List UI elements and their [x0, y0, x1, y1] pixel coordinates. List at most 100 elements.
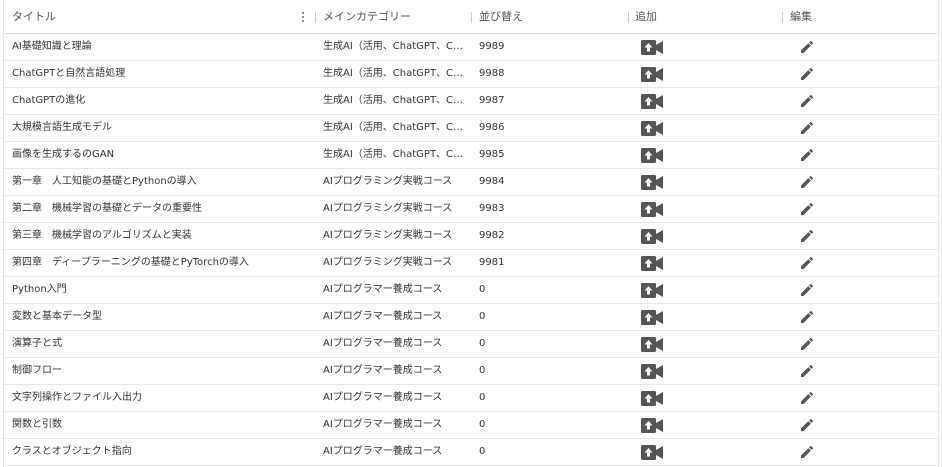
- table-row[interactable]: Python入門 AIプログラマー養成コース 0: [4, 277, 938, 304]
- row-sort-order: 9981: [479, 257, 505, 268]
- pencil-icon[interactable]: [799, 93, 815, 109]
- table-row[interactable]: ChatGPTと自然言語処理 生成AI（活用、ChatGPT、C… 9988: [4, 61, 938, 88]
- video-camera-upload-icon[interactable]: [641, 283, 663, 298]
- column-resize-handle[interactable]: [315, 12, 316, 23]
- data-grid: タイトル メインカテゴリー 並び替え 追加 編集 AI基礎知識と理論 生成AI（…: [3, 0, 939, 467]
- row-title: ChatGPTの進化: [12, 95, 86, 106]
- pencil-icon[interactable]: [799, 363, 815, 379]
- table-row[interactable]: 第四章 ディープラーニングの基礎とPyTorchの導入 AIプログラミング実戦コ…: [4, 250, 938, 277]
- pencil-icon[interactable]: [799, 174, 815, 190]
- row-category: AIプログラマー養成コース: [323, 392, 443, 403]
- column-resize-handle[interactable]: [628, 12, 629, 23]
- row-title: 第三章 機械学習のアルゴリズムと実装: [12, 230, 192, 241]
- video-camera-upload-icon[interactable]: [641, 40, 663, 55]
- video-camera-upload-icon[interactable]: [641, 256, 663, 271]
- video-camera-upload-icon[interactable]: [641, 391, 663, 406]
- row-category: AIプログラミング実戦コース: [323, 230, 453, 241]
- row-title: AI基礎知識と理論: [12, 41, 92, 52]
- pencil-icon[interactable]: [799, 120, 815, 136]
- grid-body: AI基礎知識と理論 生成AI（活用、ChatGPT、C… 9989 ChatGP…: [4, 34, 938, 466]
- video-camera-upload-icon[interactable]: [641, 337, 663, 352]
- row-title: 関数と引数: [12, 419, 62, 430]
- row-category: AIプログラマー養成コース: [323, 365, 443, 376]
- video-camera-upload-icon[interactable]: [641, 310, 663, 325]
- column-header-title[interactable]: タイトル: [12, 0, 56, 34]
- video-camera-upload-icon[interactable]: [641, 418, 663, 433]
- row-sort-order: 0: [479, 365, 486, 376]
- row-title: 第一章 人工知能の基礎とPythonの導入: [12, 176, 197, 187]
- pencil-icon[interactable]: [799, 255, 815, 271]
- column-header-sort[interactable]: 並び替え: [479, 0, 523, 34]
- table-row[interactable]: 画像を生成するのGAN 生成AI（活用、ChatGPT、C… 9985: [4, 142, 938, 169]
- table-row[interactable]: AI基礎知識と理論 生成AI（活用、ChatGPT、C… 9989: [4, 34, 938, 61]
- video-camera-upload-icon[interactable]: [641, 67, 663, 82]
- pencil-icon[interactable]: [799, 282, 815, 298]
- video-camera-upload-icon[interactable]: [641, 175, 663, 190]
- row-category: 生成AI（活用、ChatGPT、C…: [323, 41, 464, 52]
- table-row[interactable]: 制御フロー AIプログラマー養成コース 0: [4, 358, 938, 385]
- row-category: AIプログラミング実戦コース: [323, 203, 453, 214]
- row-sort-order: 9986: [479, 122, 505, 133]
- row-category: 生成AI（活用、ChatGPT、C…: [323, 68, 464, 79]
- row-sort-order: 0: [479, 392, 486, 403]
- pencil-icon[interactable]: [799, 417, 815, 433]
- table-row[interactable]: クラスとオブジェクト指向 AIプログラマー養成コース 0: [4, 439, 938, 466]
- video-camera-upload-icon[interactable]: [641, 121, 663, 136]
- grid-header: タイトル メインカテゴリー 並び替え 追加 編集: [4, 0, 938, 34]
- row-sort-order: 9984: [479, 176, 505, 187]
- row-category: 生成AI（活用、ChatGPT、C…: [323, 95, 464, 106]
- row-sort-order: 9982: [479, 230, 505, 241]
- video-camera-upload-icon[interactable]: [641, 148, 663, 163]
- row-category: 生成AI（活用、ChatGPT、C…: [323, 122, 464, 133]
- kebab-menu-icon[interactable]: [301, 12, 305, 24]
- row-category: 生成AI（活用、ChatGPT、C…: [323, 149, 464, 160]
- table-row[interactable]: 文字列操作とファイル入出力 AIプログラマー養成コース 0: [4, 385, 938, 412]
- pencil-icon[interactable]: [799, 444, 815, 460]
- row-category: AIプログラマー養成コース: [323, 284, 443, 295]
- pencil-icon[interactable]: [799, 66, 815, 82]
- column-header-category[interactable]: メインカテゴリー: [323, 0, 411, 34]
- column-resize-handle[interactable]: [782, 12, 783, 23]
- table-row[interactable]: ChatGPTの進化 生成AI（活用、ChatGPT、C… 9987: [4, 88, 938, 115]
- column-header-edit[interactable]: 編集: [790, 0, 812, 34]
- pencil-icon[interactable]: [799, 336, 815, 352]
- row-title: 大規模言語生成モデル: [12, 122, 112, 133]
- row-category: AIプログラマー養成コース: [323, 311, 443, 322]
- table-row[interactable]: 第二章 機械学習の基礎とデータの重要性 AIプログラミング実戦コース 9983: [4, 196, 938, 223]
- table-row[interactable]: 演算子と式 AIプログラマー養成コース 0: [4, 331, 938, 358]
- pencil-icon[interactable]: [799, 390, 815, 406]
- video-camera-upload-icon[interactable]: [641, 94, 663, 109]
- table-row[interactable]: 第三章 機械学習のアルゴリズムと実装 AIプログラミング実戦コース 9982: [4, 223, 938, 250]
- pencil-icon[interactable]: [799, 309, 815, 325]
- row-sort-order: 9985: [479, 149, 505, 160]
- row-category: AIプログラマー養成コース: [323, 338, 443, 349]
- pencil-icon[interactable]: [799, 39, 815, 55]
- row-title: 文字列操作とファイル入出力: [12, 392, 142, 403]
- row-title: 変数と基本データ型: [12, 311, 102, 322]
- table-row[interactable]: 関数と引数 AIプログラマー養成コース 0: [4, 412, 938, 439]
- row-title: Python入門: [12, 284, 67, 295]
- row-sort-order: 0: [479, 446, 486, 457]
- video-camera-upload-icon[interactable]: [641, 445, 663, 460]
- row-category: AIプログラマー養成コース: [323, 446, 443, 457]
- column-header-add[interactable]: 追加: [635, 0, 657, 34]
- pencil-icon[interactable]: [799, 201, 815, 217]
- video-camera-upload-icon[interactable]: [641, 229, 663, 244]
- table-row[interactable]: 変数と基本データ型 AIプログラマー養成コース 0: [4, 304, 938, 331]
- row-title: クラスとオブジェクト指向: [12, 446, 132, 457]
- row-sort-order: 9983: [479, 203, 505, 214]
- pencil-icon[interactable]: [799, 147, 815, 163]
- row-sort-order: 0: [479, 284, 486, 295]
- row-sort-order: 9989: [479, 41, 505, 52]
- row-category: AIプログラミング実戦コース: [323, 176, 453, 187]
- table-row[interactable]: 大規模言語生成モデル 生成AI（活用、ChatGPT、C… 9986: [4, 115, 938, 142]
- row-title: 第四章 ディープラーニングの基礎とPyTorchの導入: [12, 257, 249, 268]
- pencil-icon[interactable]: [799, 228, 815, 244]
- row-title: 第二章 機械学習の基礎とデータの重要性: [12, 203, 202, 214]
- table-row[interactable]: 第一章 人工知能の基礎とPythonの導入 AIプログラミング実戦コース 998…: [4, 169, 938, 196]
- column-resize-handle[interactable]: [471, 12, 472, 23]
- row-sort-order: 9987: [479, 95, 505, 106]
- row-title: ChatGPTと自然言語処理: [12, 68, 126, 79]
- video-camera-upload-icon[interactable]: [641, 202, 663, 217]
- video-camera-upload-icon[interactable]: [641, 364, 663, 379]
